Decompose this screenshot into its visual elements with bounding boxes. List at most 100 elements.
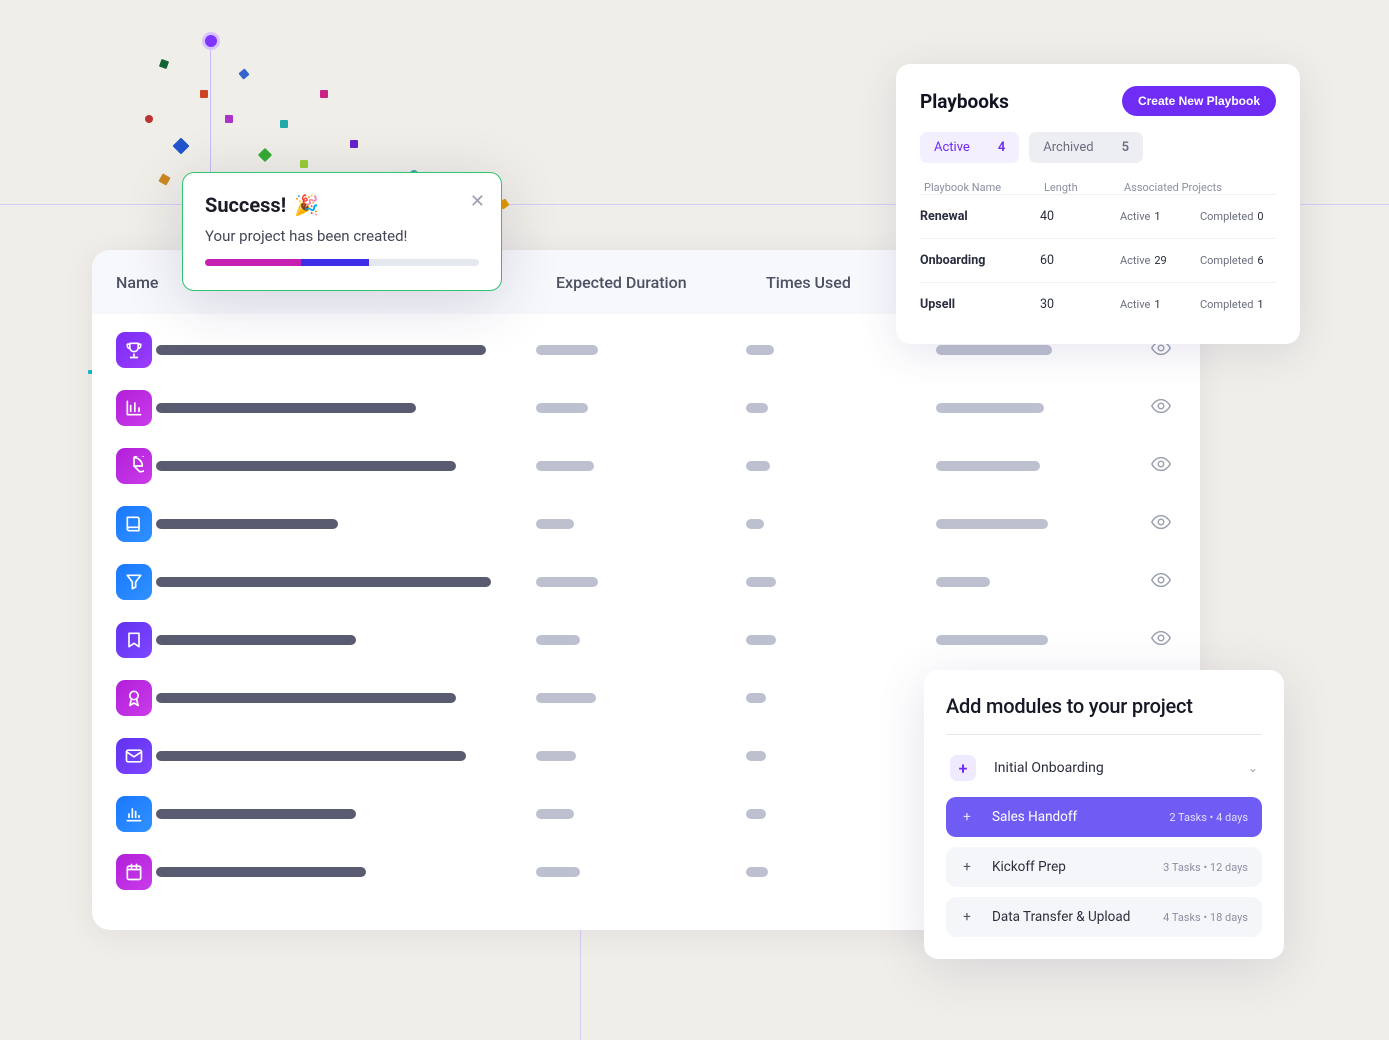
name-placeholder [156,867,366,877]
used-placeholder [746,635,776,645]
tab-active[interactable]: Active 4 [920,132,1019,163]
playbook-active: Active1 [1120,298,1200,311]
playbooks-panel: Playbooks Create New Playbook Active 4 A… [896,64,1300,344]
confetti [145,115,153,123]
duration-placeholder [536,461,594,471]
modules-title: Add modules to your project [946,694,1262,718]
col-expected-duration: Expected Duration [556,273,766,292]
plus-icon: + [960,909,974,925]
name-placeholder [156,345,486,355]
progress-bar [205,259,479,266]
playbook-name: Renewal [920,209,1040,224]
module-section-header[interactable]: + Initial Onboarding ⌄ [946,749,1262,787]
ribbon-icon [116,680,152,716]
module-item-meta: 3 Tasks • 12 days [1163,861,1248,874]
bar-chart-icon [116,390,152,426]
name-placeholder [156,751,466,761]
used-placeholder [746,809,766,819]
name-placeholder [156,635,356,645]
book-icon [116,506,152,542]
extra-placeholder [936,635,1048,645]
trophy-icon [116,332,152,368]
duration-placeholder [536,519,574,529]
module-item-meta: 2 Tasks • 4 days [1169,811,1248,824]
view-icon[interactable] [1150,511,1172,537]
view-icon[interactable] [1150,627,1172,653]
module-item[interactable]: + Kickoff Prep 3 Tasks • 12 days [946,847,1262,887]
add-modules-panel: Add modules to your project + Initial On… [924,670,1284,959]
tab-archived[interactable]: Archived 5 [1029,132,1143,163]
name-placeholder [156,577,491,587]
used-placeholder [746,461,770,471]
name-placeholder [156,461,456,471]
duration-placeholder [536,809,574,819]
duration-placeholder [536,403,588,413]
duration-placeholder [536,345,598,355]
playbook-name: Upsell [920,297,1040,312]
pie-chart-icon [116,448,152,484]
table-row[interactable] [116,390,1176,426]
playbook-completed: Completed6 [1200,254,1280,267]
confetti [350,140,358,148]
playbook-row[interactable]: Upsell30Active1Completed1 [920,282,1276,326]
calendar-icon [116,854,152,890]
module-item-meta: 4 Tasks • 18 days [1163,911,1248,924]
playbook-row[interactable]: Onboarding60Active29Completed6 [920,238,1276,282]
playbook-row[interactable]: Renewal40Active1Completed0 [920,194,1276,238]
confetti [300,160,308,168]
name-placeholder [156,809,356,819]
used-placeholder [746,867,768,877]
playbooks-columns: Playbook Name Length Associated Projects [920,181,1276,194]
duration-placeholder [536,693,596,703]
module-item[interactable]: +Data Transfer & Upload4 Tasks • 18 days [946,897,1262,937]
duration-placeholder [536,577,598,587]
table-row[interactable] [116,448,1176,484]
playbook-active: Active29 [1120,254,1200,267]
view-icon[interactable] [1150,569,1172,595]
plus-icon: + [950,755,976,781]
used-placeholder [746,345,774,355]
used-placeholder [746,693,766,703]
module-item-name: Kickoff Prep [992,859,1066,875]
playbook-length: 40 [1040,209,1120,224]
plus-icon: + [960,859,974,875]
extra-placeholder [936,345,1052,355]
extra-placeholder [936,461,1040,471]
create-playbook-button[interactable]: Create New Playbook [1122,86,1276,116]
table-row[interactable] [116,622,1176,658]
party-popper-icon: 🎉 [294,193,319,217]
name-placeholder [156,403,416,413]
extra-placeholder [936,577,990,587]
table-row[interactable] [116,564,1176,600]
view-icon[interactable] [1150,453,1172,479]
name-placeholder [156,693,456,703]
module-section-label: Initial Onboarding [994,760,1104,776]
toast-body: Your project has been created! [205,227,479,245]
graph-icon [116,796,152,832]
used-placeholder [746,751,766,761]
close-icon[interactable]: ✕ [470,191,485,212]
duration-placeholder [536,867,580,877]
module-item[interactable]: +Sales Handoff2 Tasks • 4 days [946,797,1262,837]
playbooks-title: Playbooks [920,90,1009,113]
toast-title: Success!🎉 [205,193,479,217]
extra-placeholder [936,403,1044,413]
funnel-icon [116,564,152,600]
view-icon[interactable] [1150,395,1172,421]
confetti [200,90,208,98]
playbook-length: 30 [1040,297,1120,312]
bookmark-icon [116,622,152,658]
extra-placeholder [936,519,1048,529]
chevron-down-icon: ⌄ [1248,761,1258,775]
playbook-name: Onboarding [920,253,1040,268]
playbook-active: Active1 [1120,210,1200,223]
confetti [280,120,288,128]
module-item-name: Sales Handoff [992,809,1077,825]
used-placeholder [746,519,764,529]
playbook-completed: Completed1 [1200,298,1280,311]
duration-placeholder [536,751,576,761]
playbook-length: 60 [1040,253,1120,268]
table-row[interactable] [116,506,1176,542]
confetti [225,115,233,123]
used-placeholder [746,403,768,413]
